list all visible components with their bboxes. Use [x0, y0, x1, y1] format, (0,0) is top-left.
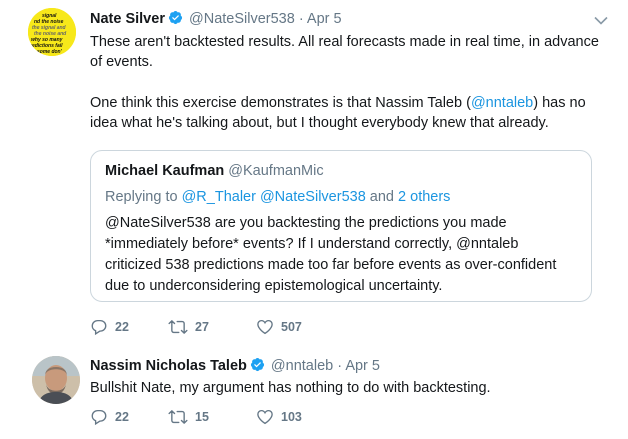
verified-badge-icon [168, 10, 183, 29]
like-button[interactable]: 507 [256, 318, 302, 336]
heart-icon [256, 408, 274, 426]
separator-dot: · [337, 358, 343, 374]
tweet-nate-silver[interactable]: signal nd the noise the signal and the n… [0, 0, 628, 349]
avatar-photo [32, 356, 80, 404]
retweet-button[interactable]: 27 [168, 318, 209, 336]
reply-count: 22 [115, 320, 129, 334]
reply-icon [90, 408, 108, 426]
like-count: 507 [281, 320, 302, 334]
author-handle[interactable]: @NateSilver538 [189, 11, 295, 27]
mention-link[interactable]: @nntaleb [471, 95, 533, 111]
reply-button[interactable]: 22 [90, 408, 129, 426]
replying-prefix: Replying to [105, 189, 178, 205]
avatar[interactable] [32, 356, 80, 404]
author-name[interactable]: Nassim Nicholas Taleb [90, 358, 247, 374]
author-name[interactable]: Nate Silver [90, 11, 165, 27]
quote-author-handle: @KaufmanMic [228, 163, 324, 179]
replying-to: Replying to @R_Thaler @NateSilver538 and… [105, 189, 450, 205]
avatar[interactable]: signal nd the noise the signal and the n… [28, 8, 76, 56]
heart-icon [256, 318, 274, 336]
quote-author-name: Michael Kaufman [105, 163, 225, 179]
tweet-date[interactable]: Apr 5 [345, 358, 380, 374]
quote-header: Michael Kaufman @KaufmanMic [105, 163, 324, 179]
reply-count: 22 [115, 410, 129, 424]
tweet-text: Bullshit Nate, my argument has nothing t… [90, 380, 491, 396]
like-count: 103 [281, 410, 302, 424]
tweet-date[interactable]: Apr 5 [307, 11, 342, 27]
text-segment: One think this exercise demonstrates is … [90, 95, 471, 111]
tweet-text-paragraph-2: One think this exercise demonstrates is … [90, 93, 600, 133]
quote-text: @NateSilver538 are you backtesting the p… [105, 215, 557, 294]
replying-others-link[interactable]: 2 others [398, 189, 450, 205]
reply-button[interactable]: 22 [90, 318, 129, 336]
separator-dot: · [298, 11, 304, 27]
tweet-header: Nassim Nicholas Taleb @nntaleb · Apr 5 [90, 357, 380, 376]
tweet-nassim-taleb[interactable]: Nassim Nicholas Taleb @nntaleb · Apr 5 B… [0, 349, 628, 439]
quoted-tweet[interactable]: Michael Kaufman @KaufmanMic Replying to … [90, 150, 592, 302]
author-handle[interactable]: @nntaleb [271, 358, 333, 374]
retweet-icon [168, 408, 188, 426]
replying-and: and [369, 189, 394, 205]
like-button[interactable]: 103 [256, 408, 302, 426]
chevron-down-icon[interactable] [594, 12, 608, 30]
tweet-header: Nate Silver @NateSilver538 · Apr 5 [90, 10, 342, 29]
replying-to-handles[interactable]: @R_Thaler @NateSilver538 [182, 189, 366, 205]
verified-badge-icon [250, 357, 265, 376]
avatar-book-cover-image: signal nd the noise the signal and the n… [28, 8, 76, 56]
retweet-count: 15 [195, 410, 209, 424]
retweet-button[interactable]: 15 [168, 408, 209, 426]
svg-text:some don': some don' [37, 49, 63, 55]
retweet-icon [168, 318, 188, 336]
retweet-count: 27 [195, 320, 209, 334]
tweet-text: These aren't backtested results. All rea… [90, 34, 599, 70]
reply-icon [90, 318, 108, 336]
